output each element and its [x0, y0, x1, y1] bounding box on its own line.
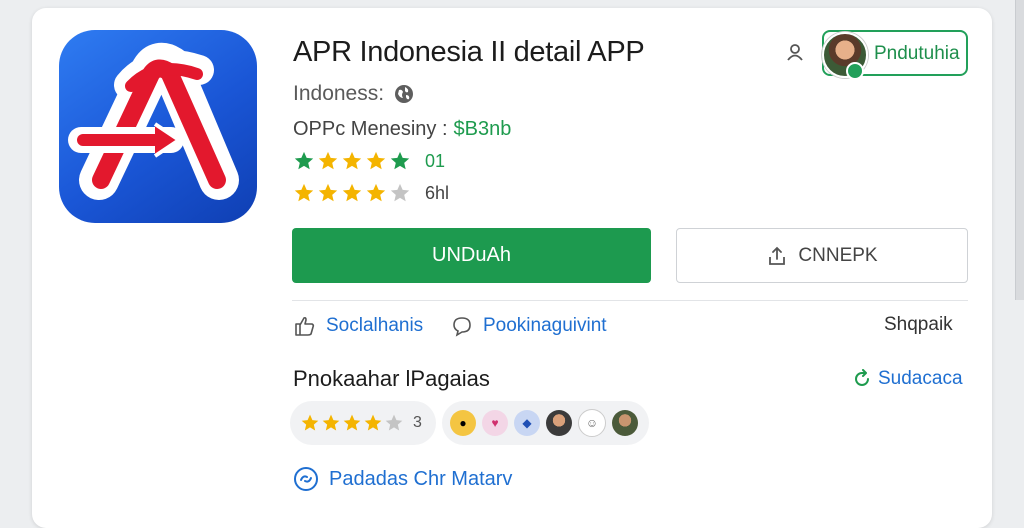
- rating-chip-count: 3: [413, 414, 422, 431]
- star-icon: [366, 183, 386, 202]
- star-icon: [318, 183, 338, 202]
- rating-row-gold: 6hl: [293, 182, 449, 204]
- like-action[interactable]: Soclalhanis: [293, 314, 423, 338]
- comment-action-label: Pookinaguivint: [483, 315, 607, 336]
- app-subtitle: Indoness:: [293, 82, 414, 106]
- install-button[interactable]: UNDuAh: [292, 228, 651, 283]
- star-icon: [366, 151, 386, 170]
- star-icon: [342, 183, 362, 202]
- star-icon: [342, 151, 362, 170]
- rating-row2-value: 6hl: [425, 182, 450, 203]
- section-title: Pnokaahar lPagaias: [293, 366, 490, 391]
- avatar: [546, 410, 572, 436]
- avatar: [612, 410, 638, 436]
- price-label: OPPc Menesiny :: [293, 118, 448, 140]
- emoji-face-icon: ☺: [578, 409, 606, 437]
- download-pill-label: Pndutuhia: [874, 43, 960, 64]
- price-line: OPPc Menesiny : $B3nb: [293, 118, 511, 141]
- verified-badge-icon: [846, 62, 864, 80]
- star-icon: [390, 183, 410, 202]
- more-action[interactable]: Shqpaik: [884, 314, 953, 336]
- star-icon: [318, 151, 338, 170]
- section-link[interactable]: Sudacaca: [852, 368, 963, 390]
- app-title: APR Indonesia II detail APP: [293, 36, 645, 68]
- rating-chip[interactable]: 3: [290, 401, 436, 445]
- star-icon: [294, 151, 314, 170]
- reviewer-avatars-chip[interactable]: ● ♥ ◆ ☺: [442, 401, 649, 445]
- share-icon: [769, 246, 786, 265]
- section-link-label: Sudacaca: [878, 368, 963, 389]
- emoji-face-icon: ●: [450, 410, 476, 436]
- comment-action[interactable]: Pookinaguivint: [450, 314, 607, 338]
- more-action-label: Shqpaik: [884, 314, 953, 335]
- subtitle-text: Indoness:: [293, 82, 385, 105]
- refresh-icon: [855, 369, 869, 386]
- star-icon: [343, 414, 361, 431]
- star-icon: [294, 183, 314, 202]
- star-icon: [364, 414, 382, 431]
- bottom-link[interactable]: Padadas Chr Matarv: [293, 466, 512, 492]
- app-logo-icon: [59, 30, 257, 223]
- share-button[interactable]: CNNEPK: [676, 228, 968, 283]
- star-icon: [390, 151, 410, 170]
- user-icon[interactable]: [785, 42, 805, 62]
- price-value: $B3nb: [453, 118, 512, 140]
- globe-icon: [395, 85, 414, 103]
- link-icon: [294, 467, 318, 491]
- star-icon: [322, 414, 340, 431]
- rating-row-green: 01: [293, 150, 445, 172]
- bottom-link-label: Padadas Chr Matarv: [329, 467, 513, 490]
- scrollbar-edge[interactable]: [1015, 0, 1024, 300]
- emoji-face-icon: ♥: [482, 410, 508, 436]
- rating-row1-value: 01: [425, 150, 446, 171]
- thumbs-up-icon: [295, 316, 315, 336]
- star-icon: [385, 414, 403, 431]
- comment-icon: [453, 317, 471, 337]
- divider: [292, 300, 968, 301]
- like-action-label: Soclalhanis: [326, 315, 424, 336]
- emoji-face-icon: ◆: [514, 410, 540, 436]
- share-button-label: CNNEPK: [798, 244, 878, 266]
- star-icon: [301, 414, 319, 431]
